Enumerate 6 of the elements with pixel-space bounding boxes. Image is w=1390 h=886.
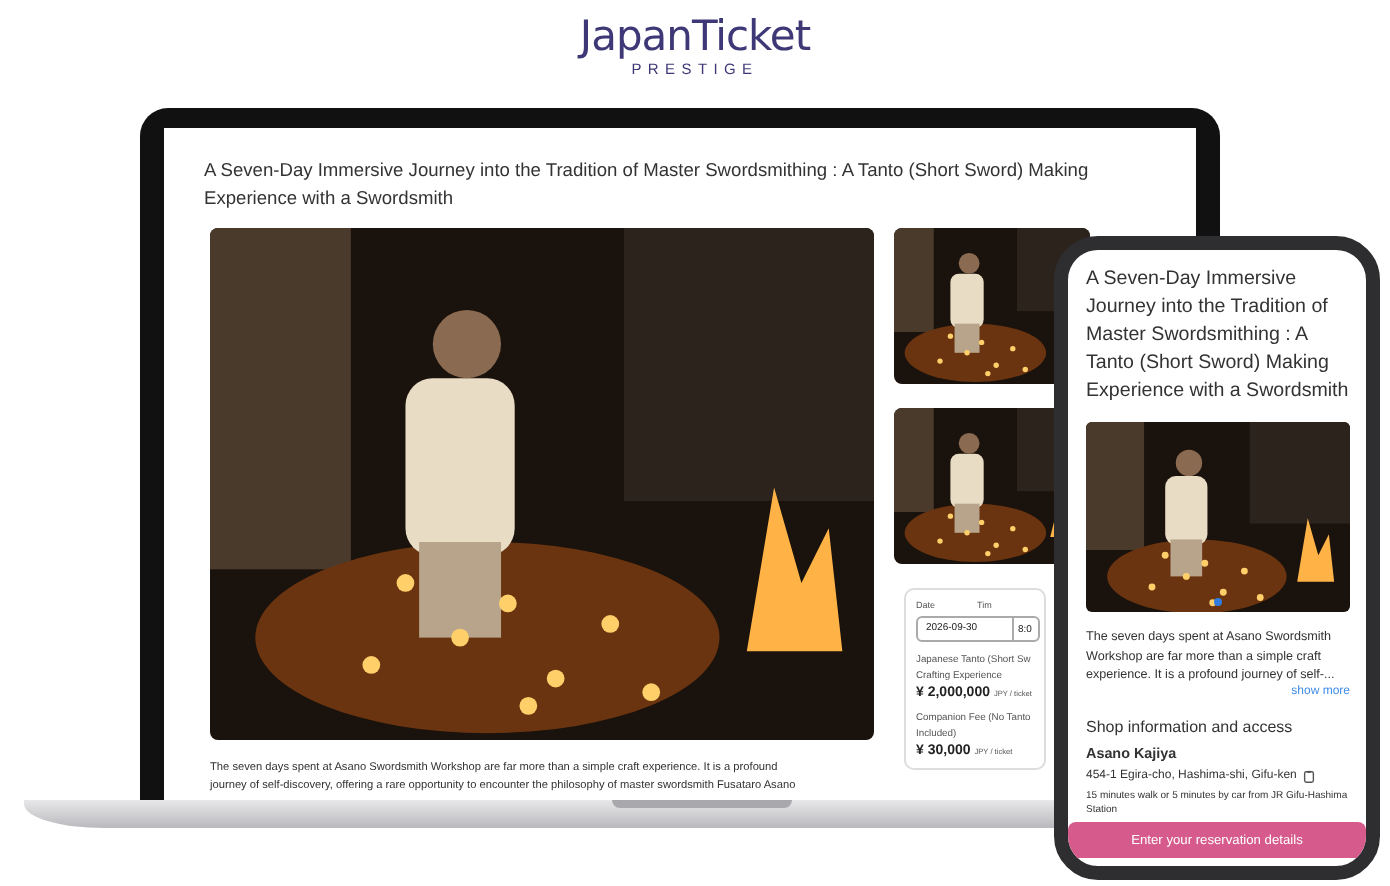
section-heading: Shop information and access	[1086, 717, 1295, 735]
carousel-dot[interactable]	[1214, 598, 1222, 606]
experience-title: A Seven-Day Immersive Journey into the Tradition of Master Swordsmithing : A Tanto (Short Sword) Making Experience with a Swordsmith	[1086, 266, 1350, 406]
experience-title: A Seven-Day Immersive Journey into the Tradition of Master Swordsmithing : A Tanto (Short Sword) Making Experience with a Swordsmith	[204, 158, 1091, 212]
logo-wordmark: JapanTicket	[579, 12, 811, 60]
copy-icon[interactable]	[1302, 769, 1317, 783]
